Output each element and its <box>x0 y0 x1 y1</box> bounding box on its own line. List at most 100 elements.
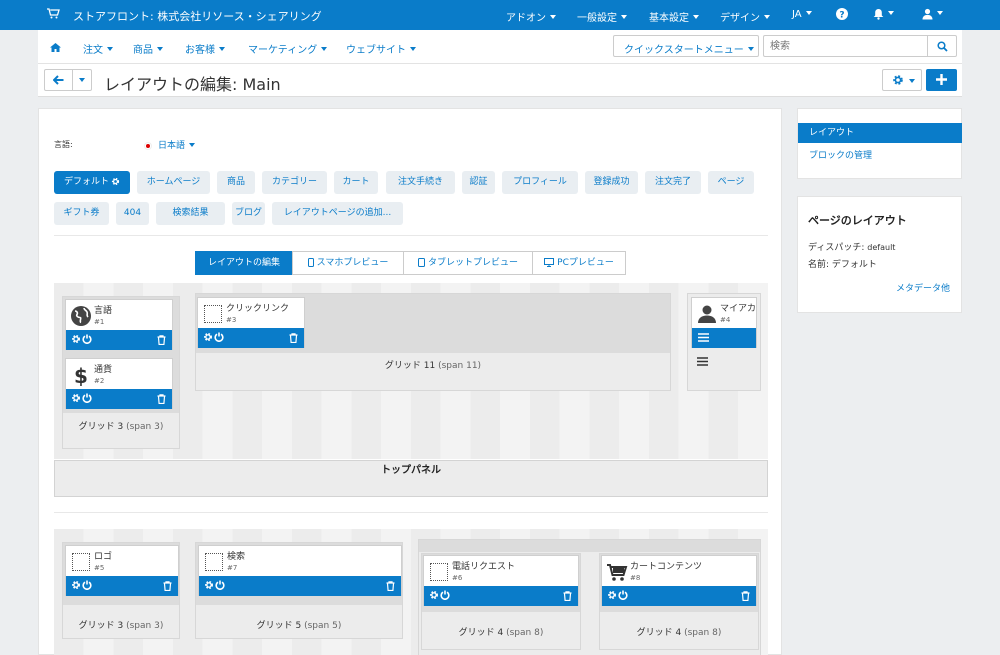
grid-click-links[interactable]: クリックリンク #3 グリッド 11 (span 11) <box>195 293 671 391</box>
block-my-account[interactable]: マイアカ #4 <box>691 297 757 348</box>
block-phone-request[interactable]: 電話リクエスト #6 <box>423 555 579 606</box>
layout-tab-order-complete[interactable]: 注文完了 <box>645 171 701 194</box>
menu-language[interactable]: JA <box>792 9 812 20</box>
block-logo[interactable]: ロゴ #5 <box>65 545 179 596</box>
divider <box>54 512 768 513</box>
grid-logo[interactable]: ロゴ #5 グリッド 3 (span 3) <box>62 542 180 639</box>
block-logo-id: #5 <box>94 564 105 572</box>
power-icon[interactable] <box>215 580 225 590</box>
dispatch-row: ディスパッチ: default <box>808 240 895 253</box>
power-icon[interactable] <box>82 393 92 403</box>
nav-website[interactable]: ウェブサイト <box>346 41 416 56</box>
tab-pc-preview[interactable]: PCプレビュー <box>532 251 626 275</box>
layout-tab-blog[interactable]: ブログ <box>232 202 265 225</box>
search-icon <box>937 41 948 52</box>
storefront-title[interactable]: ストアフロント: 株式会社リソース・シェアリング <box>73 8 322 24</box>
top-panel-title[interactable]: トップパネル <box>54 460 768 497</box>
svg-text:$: $ <box>74 364 88 386</box>
menu-design[interactable]: デザイン <box>720 9 770 24</box>
layout-tab-auth[interactable]: 認証 <box>462 171 495 194</box>
power-icon[interactable] <box>440 590 450 600</box>
gear-icon[interactable] <box>203 332 213 342</box>
nav-marketing[interactable]: マーケティング <box>248 41 328 56</box>
layout-tab-products[interactable]: 商品 <box>217 171 255 194</box>
layout-tab-register-success[interactable]: 登録成功 <box>585 171 638 194</box>
layout-tab-search-results[interactable]: 検索結果 <box>156 202 225 225</box>
language-selector[interactable]: 日本語 <box>144 138 196 151</box>
metadata-link[interactable]: メタデータ他 <box>896 281 950 294</box>
block-toolbar <box>66 330 172 350</box>
home-icon[interactable] <box>50 43 61 52</box>
layout-tab-default[interactable]: デフォルト <box>54 171 130 194</box>
nav-customers[interactable]: お客様 <box>185 41 225 56</box>
search-button[interactable] <box>927 35 957 57</box>
add-button[interactable] <box>926 69 957 91</box>
top-bar: ストアフロント: 株式会社リソース・シェアリング アドオン 一般設定 基本設定 … <box>0 0 1000 30</box>
block-search[interactable]: 検索 #7 <box>198 545 402 596</box>
power-icon[interactable] <box>618 590 628 600</box>
panel-title: ページのレイアウト <box>808 214 907 227</box>
tab-phone-preview[interactable]: スマホプレビュー <box>292 251 404 275</box>
grid-my-account[interactable]: マイアカ #4 <box>687 293 761 391</box>
layout-tab-home[interactable]: ホームページ <box>137 171 210 194</box>
back-dropdown[interactable] <box>72 69 92 91</box>
notifications-bell-icon[interactable] <box>873 8 894 20</box>
settings-dropdown[interactable] <box>882 69 922 91</box>
gear-icon[interactable] <box>429 590 439 600</box>
layout-tab-gift-card[interactable]: ギフト券 <box>54 202 109 225</box>
nav-products[interactable]: 商品 <box>133 41 163 56</box>
quick-start-menu[interactable]: クイックスタートメニュー <box>613 35 759 57</box>
layout-tab-checkout[interactable]: 注文手続き <box>386 171 455 194</box>
grid-phone-request[interactable]: 電話リクエスト #6 グリッド 4 (span 8) <box>421 553 581 650</box>
dollar-icon: $ <box>70 364 92 386</box>
power-icon[interactable] <box>82 580 92 590</box>
menu-basic-settings[interactable]: 基本設定 <box>649 9 699 24</box>
phone-icon <box>307 258 314 267</box>
layout-tab-profile[interactable]: プロフィール <box>502 171 578 194</box>
tab-tablet-preview[interactable]: タブレットプレビュー <box>403 251 533 275</box>
trash-icon[interactable] <box>741 591 750 601</box>
gear-icon[interactable] <box>607 590 617 600</box>
gear-icon[interactable] <box>71 580 81 590</box>
sidebar-item-manage-blocks[interactable]: ブロックの管理 <box>809 148 872 161</box>
placeholder-icon <box>204 305 222 323</box>
list-icon[interactable] <box>697 357 708 366</box>
gear-icon[interactable] <box>204 580 214 590</box>
add-layout-page-button[interactable]: レイアウトページの追加... <box>272 202 403 225</box>
user-icon[interactable] <box>922 8 943 20</box>
layout-tab-404[interactable]: 404 <box>116 202 149 225</box>
grid-search[interactable]: 検索 #7 グリッド 5 (span 5) <box>195 542 403 639</box>
tab-edit-layout[interactable]: レイアウトの編集 <box>195 251 293 275</box>
trash-icon[interactable] <box>157 335 166 345</box>
block-language[interactable]: 言語 #1 <box>65 299 173 350</box>
grid-languages[interactable]: 言語 #1 $ 通貨 #2 グリッド 3 (span 3) <box>62 296 180 449</box>
trash-icon[interactable] <box>157 394 166 404</box>
gear-icon[interactable] <box>71 393 81 403</box>
menu-general-settings[interactable]: 一般設定 <box>577 9 627 24</box>
sidebar-item-layouts[interactable]: レイアウト <box>798 123 962 143</box>
trash-icon[interactable] <box>289 333 298 343</box>
trash-icon[interactable] <box>563 591 572 601</box>
grid-label-span: (span 8) <box>506 628 544 638</box>
grid-cart-contents[interactable]: カートコンテンツ #8 グリッド 4 (span 8) <box>599 553 759 650</box>
tablet-icon <box>417 258 425 267</box>
layout-tab-cart[interactable]: カート <box>334 171 378 194</box>
trash-icon[interactable] <box>386 581 395 591</box>
power-icon[interactable] <box>82 334 92 344</box>
layout-tab-pages[interactable]: ページ <box>708 171 754 194</box>
gear-icon[interactable] <box>71 334 81 344</box>
layout-tab-categories[interactable]: カテゴリー <box>262 171 327 194</box>
search-input[interactable] <box>763 35 927 57</box>
block-toolbar <box>424 586 578 606</box>
block-click-link[interactable]: クリックリンク #3 <box>197 297 305 348</box>
block-currency[interactable]: $ 通貨 #2 <box>65 358 173 409</box>
block-cart-contents[interactable]: カートコンテンツ #8 <box>601 555 757 606</box>
back-button[interactable] <box>44 69 73 91</box>
storefront-cart-icon <box>47 8 60 19</box>
menu-icon[interactable] <box>698 333 709 342</box>
trash-icon[interactable] <box>163 581 172 591</box>
power-icon[interactable] <box>214 332 224 342</box>
nav-orders[interactable]: 注文 <box>83 41 113 56</box>
help-icon[interactable]: ? <box>836 8 848 20</box>
menu-addons[interactable]: アドオン <box>506 9 556 24</box>
